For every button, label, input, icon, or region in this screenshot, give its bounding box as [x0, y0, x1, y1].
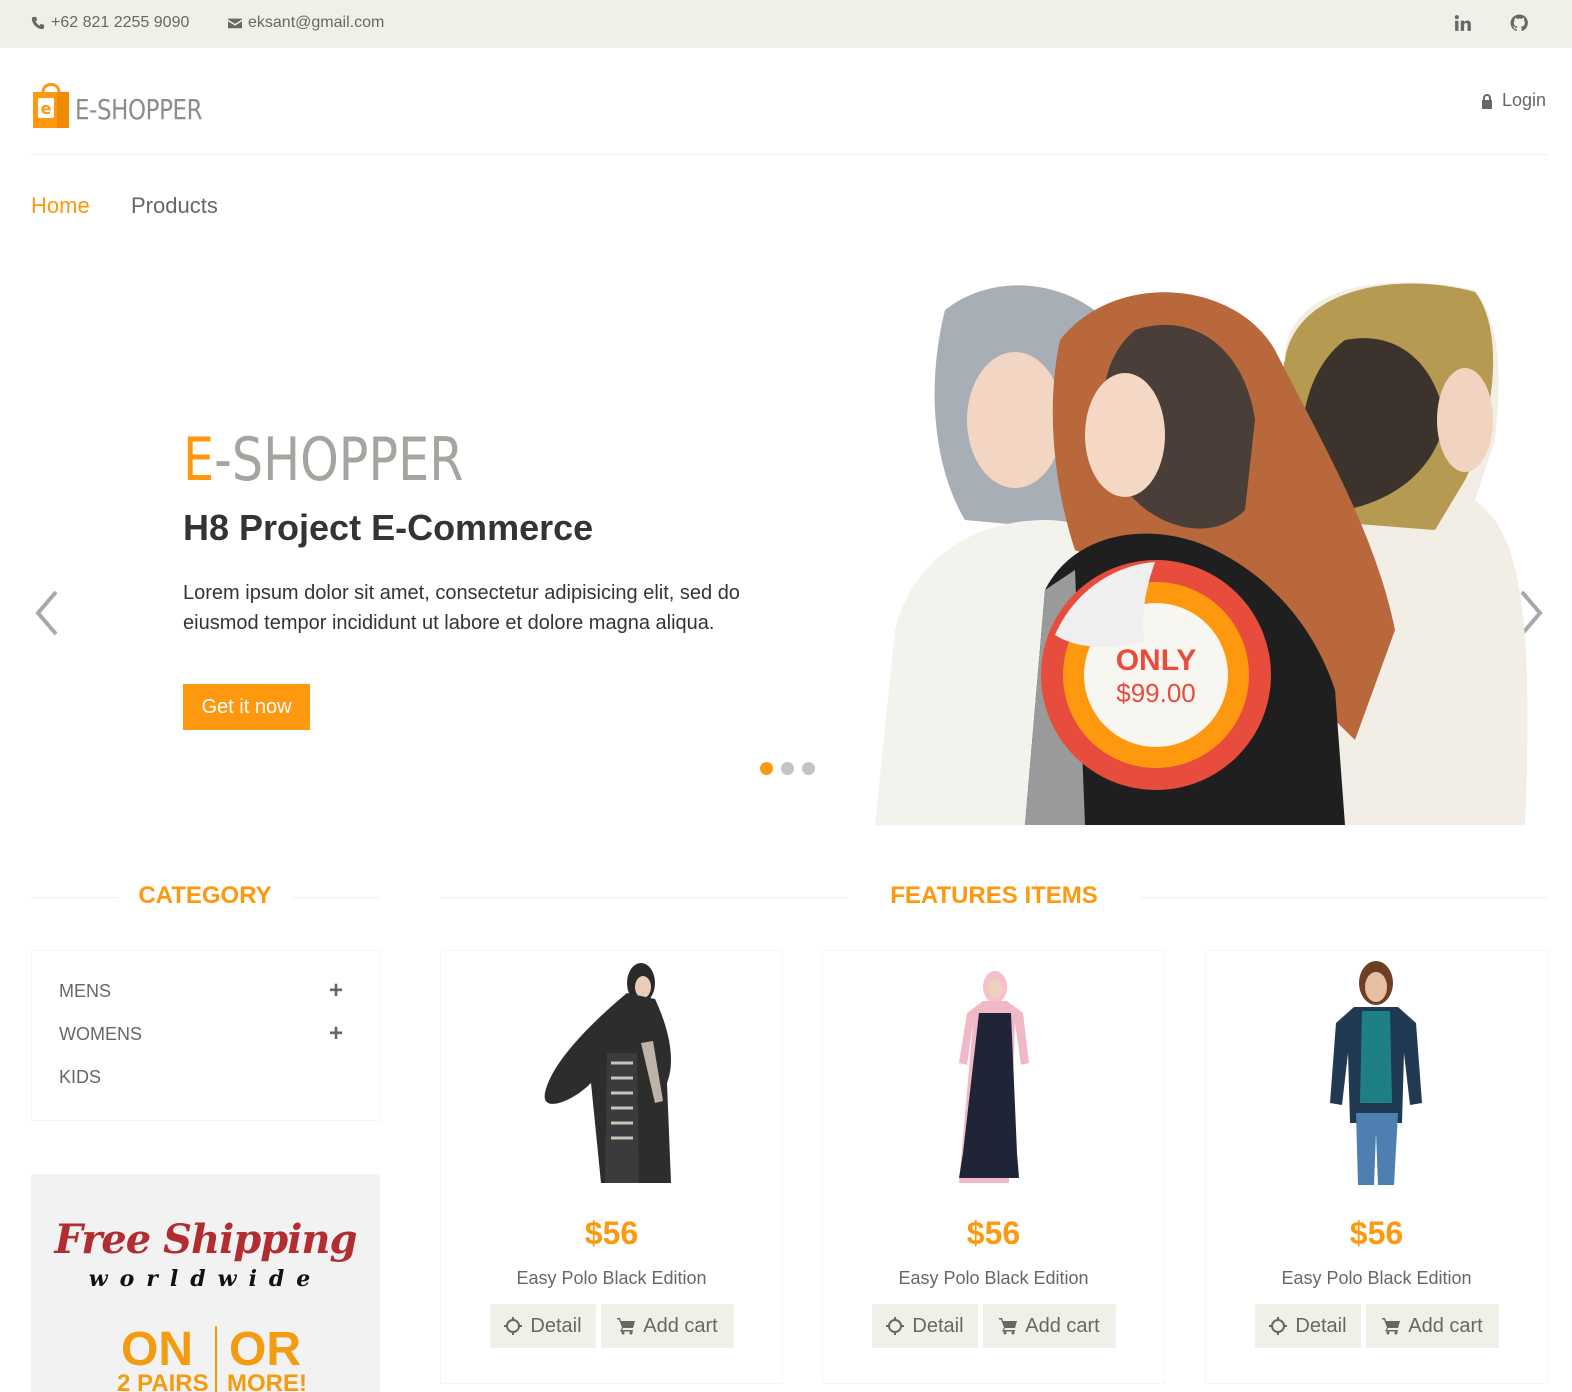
features-title: FEATURES ITEMS — [890, 882, 1098, 909]
add-cart-label: Add cart — [643, 1314, 718, 1337]
add-cart-button[interactable]: Add cart — [983, 1304, 1116, 1348]
envelope-icon — [228, 18, 242, 29]
product-image — [1330, 961, 1422, 1185]
add-cart-label: Add cart — [1025, 1314, 1100, 1337]
logo-text: E-SHOPPER — [75, 93, 203, 126]
nav-products[interactable]: Products — [131, 193, 218, 219]
hero-image: ONLY $99.00 — [875, 282, 1528, 825]
features-title-line-right — [1140, 897, 1547, 898]
linkedin-icon[interactable] — [1452, 12, 1474, 34]
add-cart-label: Add cart — [1408, 1314, 1483, 1337]
badge-only-label: ONLY — [1116, 644, 1197, 677]
slide-brand-e: E — [183, 425, 215, 495]
phone-icon — [31, 16, 45, 30]
detail-label: Detail — [912, 1314, 964, 1337]
slider-dot-1[interactable] — [760, 762, 773, 775]
slider-dot-2[interactable] — [781, 762, 794, 775]
free-shipping-text: Free Shipping — [54, 1216, 358, 1263]
category-title-line-left — [31, 897, 118, 898]
shipping-on: ON — [121, 1323, 193, 1376]
product-name: Easy Polo Black Edition — [1281, 1268, 1472, 1288]
crosshairs-icon — [504, 1317, 523, 1335]
phone-contact[interactable]: +62 821 2255 9090 — [31, 14, 189, 32]
category-item-kids[interactable]: KIDS — [59, 1067, 101, 1088]
detail-button[interactable]: Detail — [872, 1304, 978, 1348]
chevron-left-icon — [35, 590, 58, 636]
category-panel: MENS + WOMENS + KIDS — [31, 950, 380, 1121]
site-logo[interactable]: e E-SHOPPER — [31, 76, 230, 128]
add-cart-button[interactable]: Add cart — [1366, 1304, 1499, 1348]
crosshairs-icon — [1269, 1317, 1288, 1335]
slider-dot-3[interactable] — [802, 762, 815, 775]
detail-button[interactable]: Detail — [1255, 1304, 1361, 1348]
product-name: Easy Polo Black Edition — [516, 1268, 707, 1288]
shipping-or: OR — [229, 1323, 301, 1376]
product-image — [959, 971, 1029, 1183]
plus-icon[interactable]: + — [329, 979, 343, 1003]
shopping-bag-icon: e — [31, 78, 71, 128]
login-link[interactable]: Login — [1480, 90, 1546, 111]
crosshairs-icon — [886, 1317, 905, 1335]
get-it-now-button[interactable]: Get it now — [183, 684, 310, 730]
product-card: $56 Easy Polo Black Edition Detail Add c… — [440, 950, 783, 1384]
slide-brand-rest: -SHOPPER — [214, 425, 464, 495]
product-name: Easy Polo Black Edition — [898, 1268, 1089, 1288]
slider-indicators — [760, 762, 815, 775]
lock-icon — [1481, 93, 1492, 109]
product-price: $56 — [1349, 1215, 1404, 1251]
shipping-divider — [215, 1326, 217, 1392]
detail-label: Detail — [530, 1314, 582, 1337]
slide-description: Lorem ipsum dolor sit amet, consectetur … — [183, 582, 740, 634]
github-icon[interactable] — [1508, 12, 1530, 34]
login-label: Login — [1501, 90, 1546, 110]
product-card: $56 Easy Polo Black Edition Detail Add c… — [1205, 950, 1548, 1384]
email-contact[interactable]: eksant@gmail.com — [228, 14, 384, 32]
top-bar: +62 821 2255 9090 eksant@gmail.com — [0, 0, 1572, 48]
header-divider — [31, 154, 1547, 155]
worldwide-text: worldwide — [88, 1266, 323, 1292]
nav-home[interactable]: Home — [31, 193, 90, 219]
slider-prev-button[interactable] — [32, 588, 62, 638]
add-cart-button[interactable]: Add cart — [601, 1304, 734, 1348]
category-title: CATEGORY — [138, 882, 272, 909]
phone-number: +62 821 2255 9090 — [51, 14, 190, 31]
plus-icon[interactable]: + — [329, 1022, 343, 1046]
product-image — [544, 963, 671, 1183]
slide-title: H8 Project E-Commerce — [183, 507, 594, 548]
logo-letter: e — [41, 99, 52, 118]
category-title-line-right — [292, 897, 380, 898]
product-price: $56 — [966, 1215, 1021, 1251]
features-title-line-left — [440, 897, 848, 898]
email-address: eksant@gmail.com — [248, 14, 385, 31]
product-price: $56 — [584, 1215, 639, 1251]
detail-label: Detail — [1295, 1314, 1347, 1337]
shopping-cart-icon — [617, 1318, 636, 1335]
shopping-cart-icon — [999, 1318, 1018, 1335]
free-shipping-banner[interactable]: Free Shipping worldwide ON OR 2 PAIRS MO… — [31, 1174, 380, 1392]
shopping-cart-icon — [1382, 1318, 1401, 1335]
category-item-mens[interactable]: MENS — [59, 981, 111, 1002]
badge-price: $99.00 — [1116, 678, 1196, 708]
detail-button[interactable]: Detail — [490, 1304, 596, 1348]
category-item-womens[interactable]: WOMENS — [59, 1024, 142, 1045]
shipping-pairs: 2 PAIRS — [117, 1370, 209, 1392]
product-card: $56 Easy Polo Black Edition Detail Add c… — [822, 950, 1165, 1384]
slide-brand: E-SHOPPER — [183, 425, 463, 495]
shipping-more: MORE! — [227, 1370, 307, 1392]
